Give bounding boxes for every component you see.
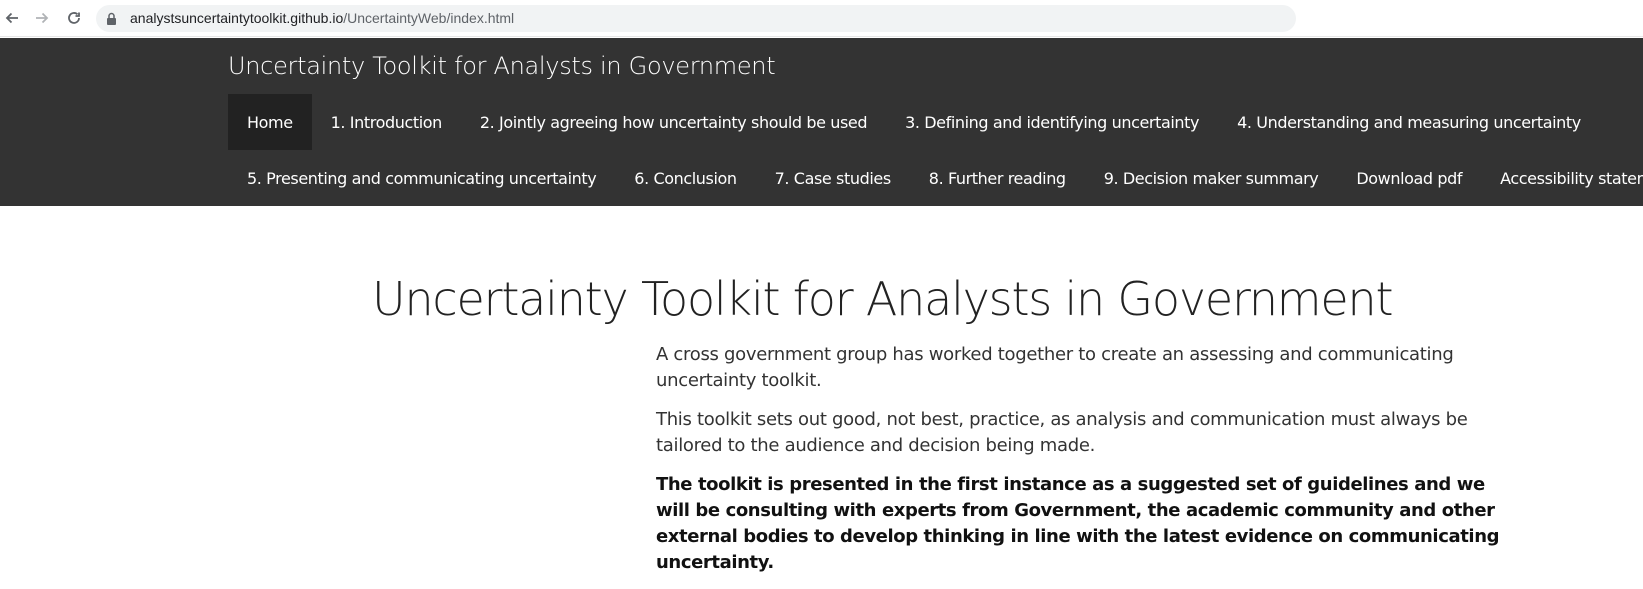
nav-item-home[interactable]: Home xyxy=(228,94,312,150)
url-host: analystsuncertaintytoolkit.github.io xyxy=(130,10,344,26)
menu-row-2: 5. Presenting and communicating uncertai… xyxy=(228,150,1643,206)
browser-toolbar: analystsuncertaintytoolkit.github.io/Unc… xyxy=(0,0,1643,37)
nav-item-jointly-agreeing[interactable]: 2. Jointly agreeing how uncertainty shou… xyxy=(461,94,886,150)
site-brand[interactable]: Uncertainty Toolkit for Analysts in Gove… xyxy=(228,52,776,80)
intro-paragraph: This toolkit sets out good, not best, pr… xyxy=(656,409,1468,456)
intro-section: A cross government group has worked toge… xyxy=(656,342,1516,589)
nav-item-download-pdf[interactable]: Download pdf xyxy=(1337,150,1481,206)
nav-item-further-reading[interactable]: 8. Further reading xyxy=(910,150,1085,206)
intro-paragraph: A cross government group has worked toge… xyxy=(656,344,1454,391)
menu-row-1: Home 1. Introduction 2. Jointly agreeing… xyxy=(228,94,1600,150)
nav-item-decision-maker-summary[interactable]: 9. Decision maker summary xyxy=(1085,150,1338,206)
nav-item-understanding-measuring[interactable]: 4. Understanding and measuring uncertain… xyxy=(1218,94,1600,150)
url-text: analystsuncertaintytoolkit.github.io/Unc… xyxy=(130,10,514,26)
page-title: Uncertainty Toolkit for Analysts in Gove… xyxy=(372,272,1394,326)
nav-item-defining-identifying[interactable]: 3. Defining and identifying uncertainty xyxy=(886,94,1218,150)
reload-icon[interactable] xyxy=(62,6,86,30)
address-bar[interactable]: analystsuncertaintytoolkit.github.io/Unc… xyxy=(96,5,1296,32)
nav-item-conclusion[interactable]: 6. Conclusion xyxy=(615,150,755,206)
nav-item-introduction[interactable]: 1. Introduction xyxy=(312,94,461,150)
forward-arrow-icon[interactable] xyxy=(30,6,54,30)
back-arrow-icon[interactable] xyxy=(0,6,24,30)
url-path: /UncertaintyWeb/index.html xyxy=(343,10,515,26)
lock-icon xyxy=(106,11,117,30)
intro-paragraph-bold: The toolkit is presented in the first in… xyxy=(656,474,1500,573)
nav-item-presenting-communicating[interactable]: 5. Presenting and communicating uncertai… xyxy=(228,150,615,206)
nav-item-accessibility-statement[interactable]: Accessibility statement xyxy=(1481,150,1643,206)
site-navbar: Uncertainty Toolkit for Analysts in Gove… xyxy=(0,38,1643,206)
nav-item-case-studies[interactable]: 7. Case studies xyxy=(756,150,910,206)
